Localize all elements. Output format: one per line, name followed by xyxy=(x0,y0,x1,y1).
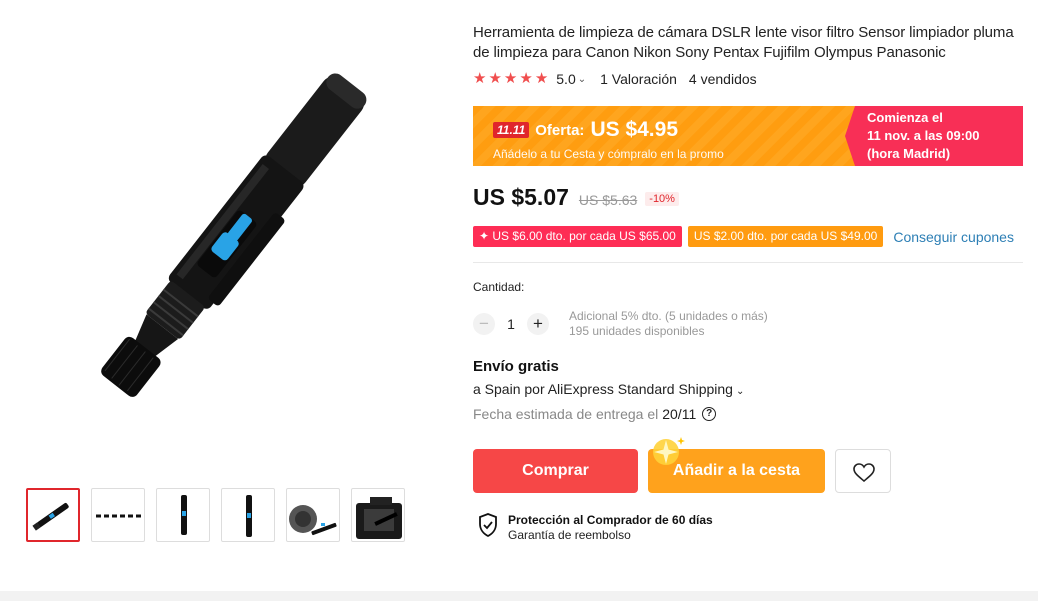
promo-11-11-badge: 11.11 xyxy=(493,122,530,138)
delivery-label: Fecha estimada de entrega el xyxy=(473,406,659,422)
chevron-down-icon: ⌄ xyxy=(735,386,745,397)
quantity-plus-button[interactable]: + xyxy=(527,313,549,335)
chevron-down-icon[interactable]: ⌄ xyxy=(578,74,586,85)
discount-badge: -10% xyxy=(645,192,679,206)
thumbnail-5[interactable] xyxy=(286,488,340,542)
thumbnail-strip xyxy=(26,488,405,542)
reviews-link[interactable]: 1 Valoración xyxy=(600,71,677,87)
star-icon: ★ xyxy=(488,70,502,87)
coupons-row: ✦ US $6.00 dto. por cada US $65.00 US $2… xyxy=(473,226,1014,247)
price-row: US $5.07 US $5.63 -10% xyxy=(473,184,679,211)
thumbnail-4[interactable] xyxy=(221,488,275,542)
quantity-value[interactable]: 1 xyxy=(495,316,527,332)
promo-subtext: Añádelo a tu Cesta y cómpralo en la prom… xyxy=(493,147,724,161)
heart-icon xyxy=(853,463,875,483)
delivery-date: 20/11 xyxy=(662,406,697,422)
promo-banner: 11.11 Oferta: US $4.95 Añádelo a tu Cest… xyxy=(473,106,1023,166)
divider xyxy=(473,262,1023,263)
promo-start-time: Comienza el 11 nov. a las 09:00 (hora Ma… xyxy=(845,106,1023,166)
promo-price: US $4.95 xyxy=(590,118,678,141)
original-price: US $5.63 xyxy=(578,192,638,208)
protection-subtitle: Garantía de reembolso xyxy=(508,528,631,542)
protection-title: Protección al Comprador de 60 días xyxy=(508,513,713,527)
star-icon: ★ xyxy=(534,70,549,87)
sold-count: 4 vendidos xyxy=(688,71,757,87)
promo-offer: 11.11 Oferta: US $4.95 Añádelo a tu Cest… xyxy=(473,106,855,166)
buyer-protection[interactable]: Protección al Comprador de 60 días Garan… xyxy=(478,513,713,543)
thumbnail-2[interactable] xyxy=(91,488,145,542)
quantity-minus-button[interactable]: − xyxy=(473,313,495,335)
promo-start-line-2: 11 nov. a las 09:00 xyxy=(867,128,980,143)
wishlist-button[interactable] xyxy=(835,449,891,493)
shipping-method[interactable]: a Spain por AliExpress Standard Shipping… xyxy=(473,381,744,397)
quantity-label: Cantidad: xyxy=(473,280,525,294)
shield-check-icon xyxy=(479,513,497,537)
shipping-title: Envío gratis xyxy=(473,358,559,375)
star-rating[interactable]: ★ ★ ★ ★ ★ xyxy=(473,71,548,87)
rating-row: ★ ★ ★ ★ ★ 5.0 ⌄ 1 Valoración 4 vendidos xyxy=(473,71,757,88)
star-icon: ★ xyxy=(473,70,487,87)
product-title: Herramienta de limpieza de cámara DSLR l… xyxy=(473,24,1014,61)
quantity-info: Adicional 5% dto. (5 unidades o más) 195… xyxy=(569,309,768,339)
star-icon: ★ xyxy=(503,70,518,87)
help-icon[interactable]: ? xyxy=(702,407,717,421)
thumbnail-3[interactable] xyxy=(156,488,210,542)
quantity-stepper: − 1 + Adicional 5% dto. (5 unidades o má… xyxy=(473,309,768,339)
shipping-method-text: a Spain por AliExpress Standard Shipping xyxy=(473,381,733,397)
thumbnail-1[interactable] xyxy=(26,488,80,542)
page-bottom-strip xyxy=(0,591,1038,601)
promo-label: Oferta: xyxy=(535,121,585,139)
stock-available-text: 195 unidades disponibles xyxy=(569,324,705,338)
main-product-image[interactable] xyxy=(10,10,450,470)
coupon-select[interactable]: US $2.00 dto. por cada US $49.00 xyxy=(687,226,884,247)
coupon-store[interactable]: ✦ US $6.00 dto. por cada US $65.00 xyxy=(473,226,682,247)
star-icon: ★ xyxy=(519,70,533,87)
promo-start-line-3: (hora Madrid) xyxy=(867,146,951,161)
bulk-discount-text: Adicional 5% dto. (5 unidades o más) xyxy=(569,309,768,323)
buy-now-button[interactable]: Comprar xyxy=(473,449,638,493)
get-coupons-link[interactable]: Conseguir cupones xyxy=(893,229,1014,245)
sparkle-icon xyxy=(653,437,685,465)
current-price: US $5.07 xyxy=(473,184,569,210)
delivery-estimate: Fecha estimada de entrega el 20/11 ? xyxy=(473,406,717,422)
rating-score[interactable]: 5.0 xyxy=(556,71,575,87)
promo-start-line-1: Comienza el xyxy=(867,110,943,125)
thumbnail-6[interactable] xyxy=(351,488,405,542)
